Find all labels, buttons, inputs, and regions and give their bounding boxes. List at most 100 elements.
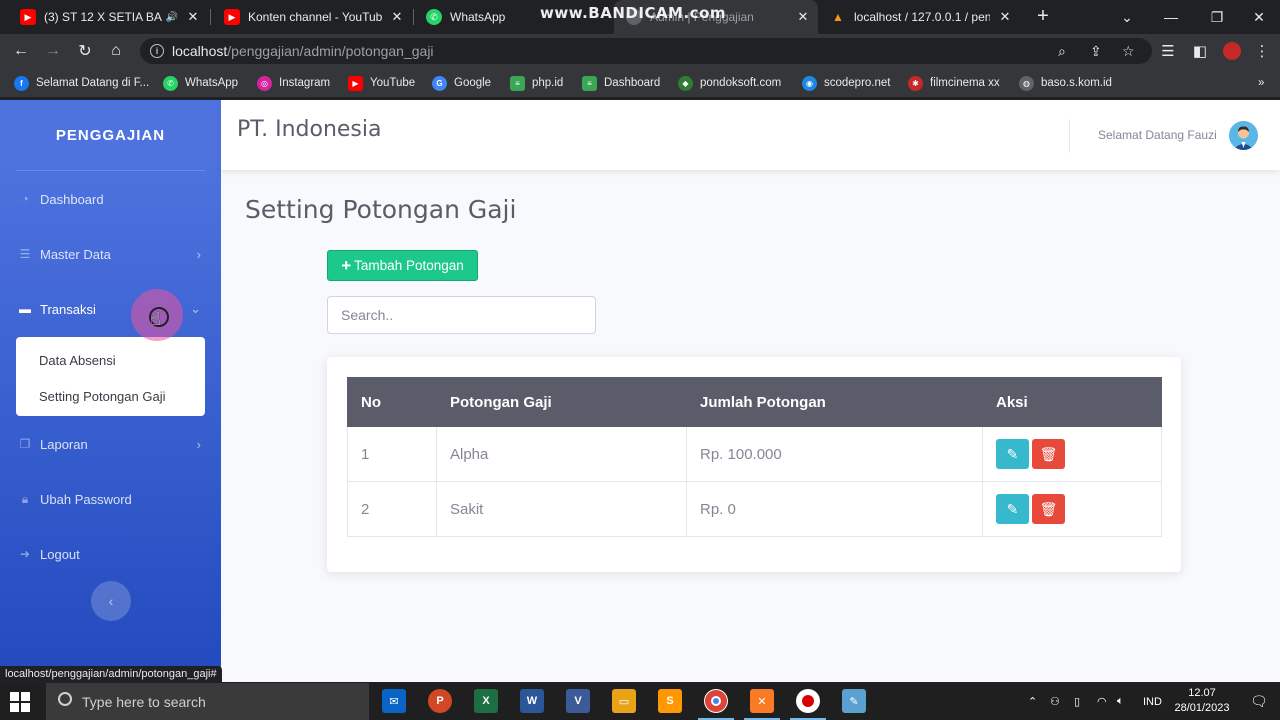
zoom-search-icon[interactable]: ⌕: [1058, 43, 1066, 60]
sidebar-item-master-data[interactable]: ☰ Master Data ›: [0, 236, 221, 272]
avatar[interactable]: [1229, 121, 1258, 150]
windows-taskbar: Type here to search ✉ P X W V ▭ S ✕ ✎ ⌃ …: [0, 683, 1280, 720]
edit-icon: ✎: [1006, 445, 1019, 462]
sidebar-toggle-button[interactable]: ‹: [91, 581, 131, 621]
tab-close-icon[interactable]: ✕: [796, 9, 810, 25]
add-deduction-button[interactable]: + Tambah Potongan: [327, 250, 478, 281]
topbar: PT. Indonesia Selamat Datang Fauzi: [221, 100, 1280, 170]
sidebar-item-laporan[interactable]: ❐ Laporan ›: [0, 426, 221, 462]
minimize-button[interactable]: —: [1148, 0, 1194, 34]
new-tab-button[interactable]: +: [1032, 6, 1054, 28]
cell-no: 1: [347, 426, 437, 482]
sidebar-item-transaksi[interactable]: ▬ Transaksi ⌄: [0, 291, 221, 327]
sidebar-item-logout[interactable]: ➜ Logout: [0, 536, 221, 572]
kebab-menu-icon[interactable]: ⋮: [1250, 39, 1274, 63]
money-icon: ▬: [19, 302, 31, 316]
delete-button[interactable]: 🗑︎: [1032, 494, 1065, 524]
taskbar-search-box[interactable]: Type here to search: [46, 683, 369, 720]
sublime-text-icon[interactable]: S: [658, 689, 682, 713]
column-header-no: No: [347, 377, 437, 427]
database-icon: ≡: [510, 75, 525, 91]
sidebar-item-dashboard[interactable]: ◔ Dashboard: [0, 181, 221, 217]
bookmark-item[interactable]: ≡ php.id: [510, 74, 563, 92]
reading-list-icon[interactable]: ☰: [1156, 39, 1180, 63]
edit-button[interactable]: ✎: [996, 439, 1029, 469]
submenu-item-data-absensi[interactable]: Data Absensi: [16, 345, 205, 381]
profile-avatar-icon[interactable]: [1220, 39, 1244, 63]
notepad-icon[interactable]: ✎: [842, 689, 866, 713]
tab-close-icon[interactable]: ✕: [998, 9, 1012, 25]
word-icon[interactable]: W: [520, 689, 544, 713]
bookmark-item[interactable]: ◎ Instagram: [257, 74, 330, 92]
bookmark-item[interactable]: ◍ baso.s.kom.id: [1019, 74, 1112, 92]
volume-icon[interactable]: 🔈︎: [1117, 683, 1124, 720]
wifi-icon[interactable]: ◠: [1097, 683, 1107, 720]
cell-potongan-gaji: Alpha: [436, 426, 687, 482]
sidebar-item-ubah-password[interactable]: 🔒︎ Ubah Password: [0, 481, 221, 517]
close-window-button[interactable]: ✕: [1236, 0, 1280, 34]
people-icon[interactable]: ⚇: [1050, 683, 1060, 720]
tab-search-chevron-icon[interactable]: ⌄: [1104, 0, 1150, 34]
sidebar-brand[interactable]: PENGGAJIAN: [0, 100, 221, 170]
home-icon[interactable]: ⌂: [104, 39, 128, 63]
delete-button[interactable]: 🗑︎: [1032, 439, 1065, 469]
link-status-bar: localhost/penggajian/admin/potongan_gaji…: [0, 666, 222, 683]
chevron-right-icon: ›: [196, 246, 201, 262]
site-info-icon[interactable]: i: [150, 44, 164, 58]
browser-tab-phpmyadmin[interactable]: ▲ localhost / 127.0.0.1 / peng ✕: [818, 0, 1020, 34]
facebook-icon: f: [14, 75, 29, 91]
browser-tab-strip: ▶ (3) ST 12 X SETIA BAND 🔊 ✕ ▶ Konten ch…: [0, 0, 1280, 34]
bookmark-item[interactable]: ✱ filmcinema xx: [908, 74, 1000, 92]
mail-app-icon[interactable]: ✉: [382, 689, 406, 713]
visio-icon[interactable]: V: [566, 689, 590, 713]
speaker-icon[interactable]: 🔊: [166, 12, 178, 23]
cell-jumlah-potongan: Rp. 0: [686, 481, 983, 537]
back-arrow-icon[interactable]: ←: [9, 39, 33, 63]
tab-close-icon[interactable]: ✕: [390, 9, 404, 25]
scodepro-icon: ◉: [802, 75, 817, 91]
welcome-text[interactable]: Selamat Datang Fauzi: [1098, 128, 1217, 142]
lock-icon: 🔒︎: [21, 491, 29, 506]
page-title: Setting Potongan Gaji: [245, 195, 517, 224]
bookmark-item[interactable]: ◆ pondoksoft.com: [678, 74, 781, 92]
xampp-icon[interactable]: ✕: [744, 689, 780, 720]
search-input[interactable]: [327, 296, 596, 334]
youtube-icon: ▶: [20, 9, 36, 25]
reload-icon[interactable]: ↻: [73, 39, 97, 63]
tab-close-icon[interactable]: ✕: [186, 9, 200, 25]
bookmarks-overflow-icon[interactable]: »: [1258, 74, 1264, 92]
youtube-icon: ▶: [348, 75, 363, 91]
share-icon[interactable]: ⇪: [1090, 43, 1102, 60]
windows-start-button[interactable]: [10, 692, 30, 712]
trash-icon: 🗑︎: [1039, 445, 1058, 462]
system-clock[interactable]: 12.07 28/01/2023: [1172, 686, 1232, 716]
side-panel-icon[interactable]: ◧: [1188, 39, 1212, 63]
address-bar[interactable]: i localhost/penggajian/admin/potongan_ga…: [140, 38, 1152, 64]
battery-icon[interactable]: ▯: [1074, 683, 1080, 720]
bandicam-record-icon[interactable]: [790, 689, 826, 720]
instagram-icon: ◎: [257, 75, 272, 91]
bookmark-item[interactable]: ≡ Dashboard: [582, 74, 660, 92]
excel-icon[interactable]: X: [474, 689, 498, 713]
bookmark-item[interactable]: f Selamat Datang di F...: [14, 74, 149, 92]
notification-icon[interactable]: 🗨︎: [1250, 683, 1268, 720]
language-indicator[interactable]: IND: [1143, 683, 1162, 720]
chrome-icon[interactable]: [698, 689, 734, 720]
tray-overflow-icon[interactable]: ⌃: [1028, 683, 1037, 720]
file-explorer-icon[interactable]: ▭: [612, 689, 636, 713]
sidebar: PENGGAJIAN ◔ Dashboard ☰ Master Data › ▬…: [0, 100, 221, 682]
edit-button[interactable]: ✎: [996, 494, 1029, 524]
bookmark-item[interactable]: ▶ YouTube: [348, 74, 415, 92]
submenu-item-setting-potongan-gaji[interactable]: Setting Potongan Gaji: [16, 381, 205, 417]
browser-tab-youtube-song[interactable]: ▶ (3) ST 12 X SETIA BAND 🔊 ✕: [8, 0, 208, 34]
table-row: 1 Alpha Rp. 100.000 ✎ 🗑︎: [347, 426, 1162, 482]
google-icon: G: [432, 75, 447, 91]
bookmark-item[interactable]: ◉ scodepro.net: [802, 74, 891, 92]
powerpoint-icon[interactable]: P: [428, 689, 452, 713]
browser-tab-youtube-studio[interactable]: ▶ Konten channel - YouTube ✕: [212, 0, 412, 34]
forward-arrow-icon[interactable]: →: [41, 39, 65, 63]
bookmark-item[interactable]: ✆ WhatsApp: [163, 74, 238, 92]
restore-button[interactable]: ❐: [1194, 0, 1240, 34]
bookmark-item[interactable]: G Google: [432, 74, 491, 92]
bookmark-star-icon[interactable]: ☆: [1122, 43, 1135, 60]
